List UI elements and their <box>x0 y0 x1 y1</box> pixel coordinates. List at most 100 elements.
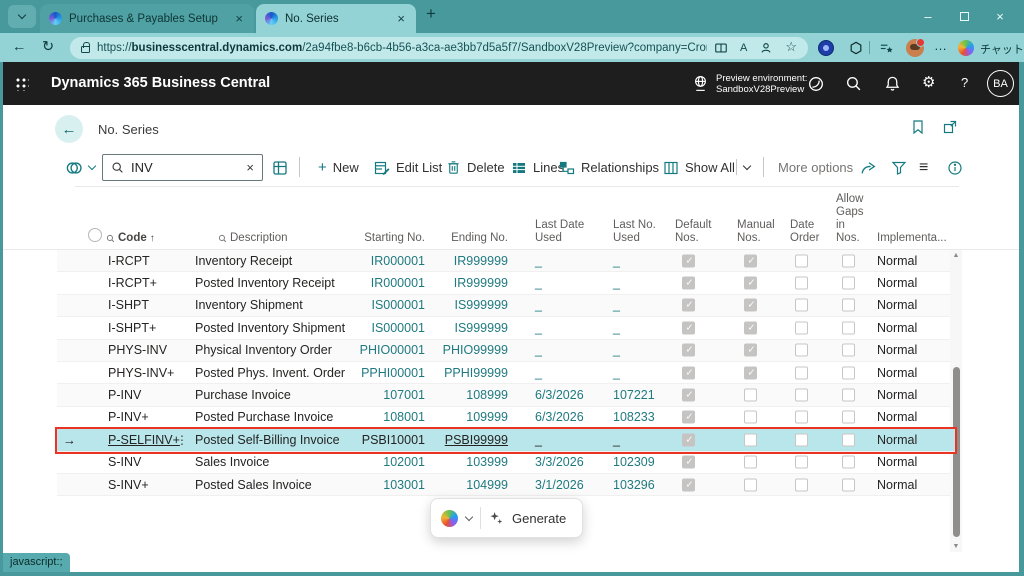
checkbox-dateorder-nos[interactable] <box>795 389 808 402</box>
cell-ending-no[interactable]: IS999999 <box>393 321 508 335</box>
checkbox-manual-nos[interactable] <box>744 321 757 334</box>
extension-icon[interactable] <box>849 41 863 55</box>
copilot-dropdown[interactable] <box>65 154 95 181</box>
cell-last-date-used[interactable]: _ <box>535 276 542 290</box>
delete-button[interactable]: Delete <box>446 154 505 181</box>
column-header-code[interactable]: Code↑ <box>106 232 155 245</box>
generate-button[interactable]: Generate <box>512 511 566 526</box>
chevron-down-icon[interactable] <box>465 512 473 520</box>
table-row[interactable]: PHYS-INV+Posted Phys. Invent. OrderPPHI0… <box>57 362 955 384</box>
checkbox-manual-nos[interactable] <box>744 433 757 446</box>
close-button[interactable]: × <box>982 9 1018 24</box>
tab-purchases-payables-setup[interactable]: Purchases & Payables Setup × <box>40 4 254 33</box>
cell-last-date-used[interactable]: 6/3/2026 <box>535 388 584 402</box>
cell-description[interactable]: Posted Sales Invoice <box>195 478 312 492</box>
checkbox-dateorder-nos[interactable] <box>795 299 808 312</box>
cell-code[interactable]: P-INV <box>108 388 141 402</box>
cell-last-no-used[interactable]: _ <box>613 433 620 447</box>
column-header-last-date-used[interactable]: Last Date Used <box>535 219 584 245</box>
new-tab-button[interactable]: + <box>426 4 436 24</box>
cell-code[interactable]: S-INV <box>108 455 141 469</box>
clear-search-icon[interactable]: × <box>246 160 254 175</box>
cell-ending-no[interactable]: PHIO99999 <box>393 343 508 357</box>
cell-last-date-used[interactable]: 6/3/2026 <box>535 410 584 424</box>
back-icon[interactable]: ← <box>12 39 27 55</box>
checkbox-default-nos[interactable] <box>682 433 695 446</box>
table-row[interactable]: S-INVSales Invoice1020011039993/3/202610… <box>57 452 955 474</box>
cell-last-date-used[interactable]: _ <box>535 343 542 357</box>
minimize-button[interactable]: – <box>910 9 946 24</box>
tab-no-series[interactable]: No. Series × <box>256 4 416 33</box>
new-button[interactable]: + New <box>318 154 359 181</box>
table-row[interactable]: I-SHPT+Posted Inventory ShipmentIS000001… <box>57 317 955 339</box>
cell-last-date-used[interactable]: 3/1/2026 <box>535 478 584 492</box>
checkbox-manual-nos[interactable] <box>744 411 757 424</box>
edit-list-button[interactable]: Edit List <box>374 154 442 181</box>
cell-implementation[interactable]: Normal <box>877 321 917 335</box>
checkbox-gaps-nos[interactable] <box>842 411 855 424</box>
cell-code[interactable]: PHYS-INV+ <box>108 366 174 380</box>
cell-last-date-used[interactable]: 3/3/2026 <box>535 455 584 469</box>
cell-last-no-used[interactable]: _ <box>613 254 620 268</box>
checkbox-gaps-nos[interactable] <box>842 456 855 469</box>
app-title[interactable]: Dynamics 365 Business Central <box>51 75 270 91</box>
checkbox-gaps-nos[interactable] <box>842 321 855 334</box>
browser-menu-icon[interactable]: … <box>934 38 947 53</box>
checkbox-dateorder-nos[interactable] <box>795 344 808 357</box>
cell-code[interactable]: I-SHPT <box>108 298 149 312</box>
cell-implementation[interactable]: Normal <box>877 276 917 290</box>
relationships-button[interactable]: Relationships <box>559 154 659 181</box>
checkbox-default-nos[interactable] <box>682 254 695 267</box>
checkbox-dateorder-nos[interactable] <box>795 478 808 491</box>
cell-ending-no[interactable]: 108999 <box>393 388 508 402</box>
search-input[interactable]: INV × <box>102 154 263 181</box>
cell-implementation[interactable]: Normal <box>877 455 917 469</box>
cell-last-no-used[interactable]: _ <box>613 321 620 335</box>
more-options-button[interactable]: More options <box>778 154 853 181</box>
profile-icon[interactable] <box>759 41 773 55</box>
cell-last-no-used[interactable]: 103296 <box>613 478 655 492</box>
table-row[interactable]: →P-SELFINV+⋮Posted Self-Billing InvoiceP… <box>57 429 955 451</box>
refresh-icon[interactable]: ↻ <box>42 39 54 55</box>
column-header-last-no-used[interactable]: Last No. Used <box>613 219 656 245</box>
cell-implementation[interactable]: Normal <box>877 410 917 424</box>
cell-ending-no[interactable]: PSBI99999 <box>393 433 508 447</box>
copilot-chat-label[interactable]: チャット <box>980 41 1024 57</box>
table-row[interactable]: I-RCPTInventory ReceiptIR000001IR999999_… <box>57 250 955 272</box>
table-row[interactable]: I-SHPTInventory ShipmentIS000001IS999999… <box>57 295 955 317</box>
scrollbar-thumb[interactable] <box>953 367 960 537</box>
scroll-up-icon[interactable]: ▲ <box>950 252 962 259</box>
waffle-menu-icon[interactable] <box>15 77 29 91</box>
cell-ending-no[interactable]: 104999 <box>393 478 508 492</box>
cell-implementation[interactable]: Normal <box>877 254 917 268</box>
cell-implementation[interactable]: Normal <box>877 366 917 380</box>
bookmark-icon[interactable] <box>910 119 926 135</box>
column-header-description[interactable]: Description <box>218 232 288 245</box>
checkbox-manual-nos[interactable] <box>744 366 757 379</box>
checkbox-default-nos[interactable] <box>682 456 695 469</box>
search-icon[interactable] <box>845 75 862 92</box>
list-view-button[interactable]: ≡ <box>919 154 928 181</box>
checkbox-default-nos[interactable] <box>682 299 695 312</box>
cell-last-date-used[interactable]: _ <box>535 254 542 268</box>
split-screen-icon[interactable] <box>714 41 728 55</box>
tab-search-button[interactable] <box>8 5 36 28</box>
cell-last-no-used[interactable]: _ <box>613 343 620 357</box>
checkbox-manual-nos[interactable] <box>744 478 757 491</box>
cell-ending-no[interactable]: IR999999 <box>393 254 508 268</box>
cell-description[interactable]: Purchase Invoice <box>195 388 291 402</box>
cell-code[interactable]: I-SHPT+ <box>108 321 156 335</box>
favorites-star-icon[interactable]: ☆ <box>785 39 797 55</box>
cell-ending-no[interactable]: 103999 <box>393 455 508 469</box>
browser-profile-avatar[interactable] <box>906 39 924 57</box>
select-all-circle[interactable] <box>88 228 102 242</box>
cell-ending-no[interactable]: PPHI99999 <box>393 366 508 380</box>
checkbox-gaps-nos[interactable] <box>842 299 855 312</box>
tab-close-icon[interactable]: × <box>233 11 245 26</box>
checkbox-manual-nos[interactable] <box>744 456 757 469</box>
settings-gear-icon[interactable]: ⚙ <box>922 73 935 91</box>
page-back-button[interactable]: ← <box>55 115 83 143</box>
column-header-manual-nos[interactable]: Manual Nos. <box>737 219 775 245</box>
column-header-ending-no[interactable]: Ending No. <box>408 232 508 245</box>
lines-button[interactable]: Lines <box>511 154 564 181</box>
